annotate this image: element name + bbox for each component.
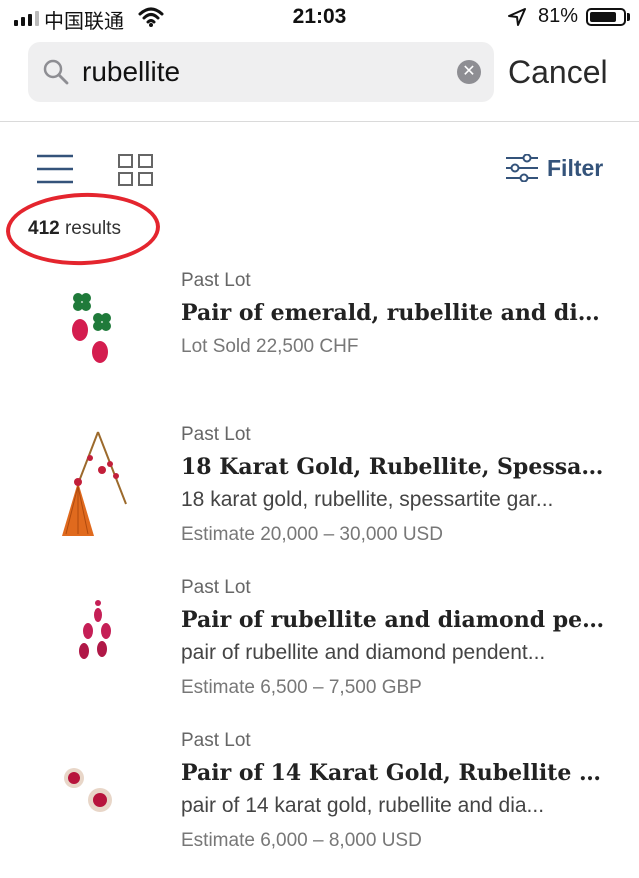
lot-title[interactable]: Pair of rubellite and diamond pend... [181,607,611,633]
lot-type: Past Lot [181,577,251,598]
filter-label: Filter [547,154,604,181]
filter-sliders-icon [506,154,538,182]
header-divider [0,121,639,122]
cluster-earrings-icon [64,768,112,812]
battery-percentage: 81% [538,5,579,27]
cancel-button[interactable]: Cancel [508,54,608,91]
result-item[interactable]: Past Lot 18 Karat Gold, Rubellite, Spess… [0,422,639,572]
lot-estimate: Estimate 6,000 – 8,000 USD [181,830,422,851]
lot-description: pair of 14 karat gold, rubellite and dia… [181,794,545,817]
red-highlight-circle [4,190,162,268]
result-item[interactable]: Past Lot Pair of emerald, rubellite and … [0,268,639,418]
lot-description: 18 karat gold, rubellite, spessartite ga… [181,488,554,511]
lot-estimate: Estimate 6,500 – 7,500 GBP [181,677,422,698]
lot-title[interactable]: 18 Karat Gold, Rubellite, Spessartit... [181,454,611,480]
emerald-rubellite-earrings-icon [72,293,111,363]
location-arrow-icon [508,8,526,26]
status-bar: 中国联通 21:03 81% [0,0,639,36]
clear-search-icon[interactable]: ✕ [457,60,481,84]
battery-icon [586,8,626,26]
grid-view-icon[interactable] [117,153,155,187]
lot-price: Lot Sold 22,500 CHF [181,336,359,357]
tassel-necklace-icon [62,431,127,536]
lot-type: Past Lot [181,424,251,445]
lot-estimate: Estimate 20,000 – 30,000 USD [181,524,443,545]
battery-cap [627,13,630,21]
lot-type: Past Lot [181,270,251,291]
lot-title[interactable]: Pair of 14 Karat Gold, Rubellite and... [181,760,611,786]
filter-button[interactable]: Filter [505,154,603,182]
pendant-earrings-icon [79,600,111,659]
search-input[interactable] [82,50,462,94]
lot-description: pair of rubellite and diamond pendent... [181,641,546,664]
search-bar[interactable]: ✕ [28,42,494,102]
result-item[interactable]: Past Lot Pair of rubellite and diamond p… [0,575,639,725]
lot-type: Past Lot [181,730,251,751]
result-item[interactable]: Past Lot Pair of 14 Karat Gold, Rubellit… [0,728,639,878]
lot-title[interactable]: Pair of emerald, rubellite and diam... [181,300,611,326]
list-view-icon[interactable] [36,153,74,185]
search-icon [43,59,69,85]
